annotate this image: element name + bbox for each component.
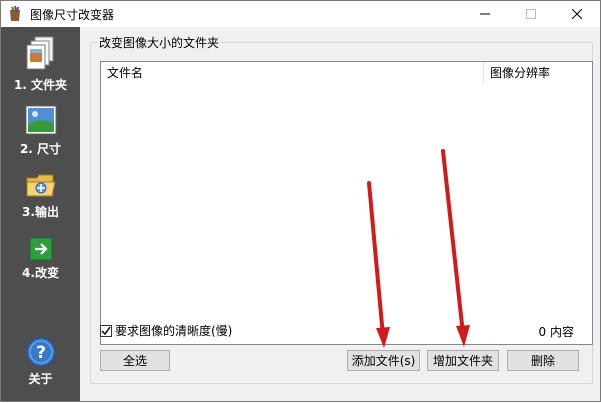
checkmark-icon [101, 326, 111, 335]
sidebar: 1. 文件夹 2. 尺寸 3.输出 4.改变 ? 关于 [1, 27, 80, 401]
column-header-filename[interactable]: 文件名 [101, 62, 484, 84]
title-bar: 图像尺寸改变器 [1, 1, 600, 27]
landscape-image-icon [25, 105, 56, 135]
sidebar-item-label: 2. 尺寸 [19, 142, 62, 156]
group-title: 改变图像大小的文件夹 [97, 34, 222, 51]
help-icon: ? [26, 337, 55, 367]
sidebar-item-change[interactable]: 4.改变 [1, 237, 80, 281]
quality-option[interactable]: 要求图像的清晰度(慢) [100, 322, 232, 339]
column-header-resolution[interactable]: 图像分辨率 [484, 62, 592, 84]
output-folder-icon [26, 174, 56, 197]
minimize-icon [480, 13, 490, 15]
window-title: 图像尺寸改变器 [30, 8, 115, 22]
sidebar-item-about[interactable]: ? 关于 [1, 337, 80, 387]
sidebar-item-output[interactable]: 3.输出 [1, 170, 80, 220]
close-icon [572, 9, 582, 19]
green-arrow-icon [29, 237, 52, 261]
add-files-button[interactable]: 添加文件(s) [347, 350, 420, 371]
item-count: 0 内容 [538, 325, 574, 339]
sidebar-item-label: 关于 [28, 372, 53, 386]
app-icon [10, 6, 20, 21]
sidebar-item-size[interactable]: 2. 尺寸 [1, 105, 80, 157]
maximize-button[interactable] [508, 1, 554, 27]
file-list[interactable]: 文件名 图像分辨率 [100, 61, 593, 345]
select-all-button[interactable]: 全选 [100, 350, 170, 371]
sidebar-item-label: 3.输出 [22, 205, 59, 219]
files-icon [26, 36, 53, 70]
maximize-icon [526, 9, 536, 19]
sidebar-item-label: 4.改变 [22, 266, 59, 280]
add-folder-button[interactable]: 增加文件夹 [427, 350, 499, 371]
delete-button[interactable]: 删除 [507, 350, 579, 371]
sidebar-item-folder[interactable]: 1. 文件夹 [1, 35, 80, 93]
close-button[interactable] [554, 1, 600, 27]
sidebar-item-label: 1. 文件夹 [13, 78, 68, 92]
svg-text:?: ? [36, 343, 46, 363]
app-window: 图像尺寸改变器 1. 文件夹 2. 尺寸 3.输出 4.改变 ? 关于 改变图像… [0, 0, 601, 402]
minimize-button[interactable] [462, 1, 508, 27]
quality-checkbox-label[interactable]: 要求图像的清晰度(慢) [115, 322, 232, 339]
main-panel: 改变图像大小的文件夹 文件名 图像分辨率 要求图像的清晰度(慢) 0 内容 全选… [81, 27, 600, 401]
quality-checkbox[interactable] [100, 324, 112, 337]
